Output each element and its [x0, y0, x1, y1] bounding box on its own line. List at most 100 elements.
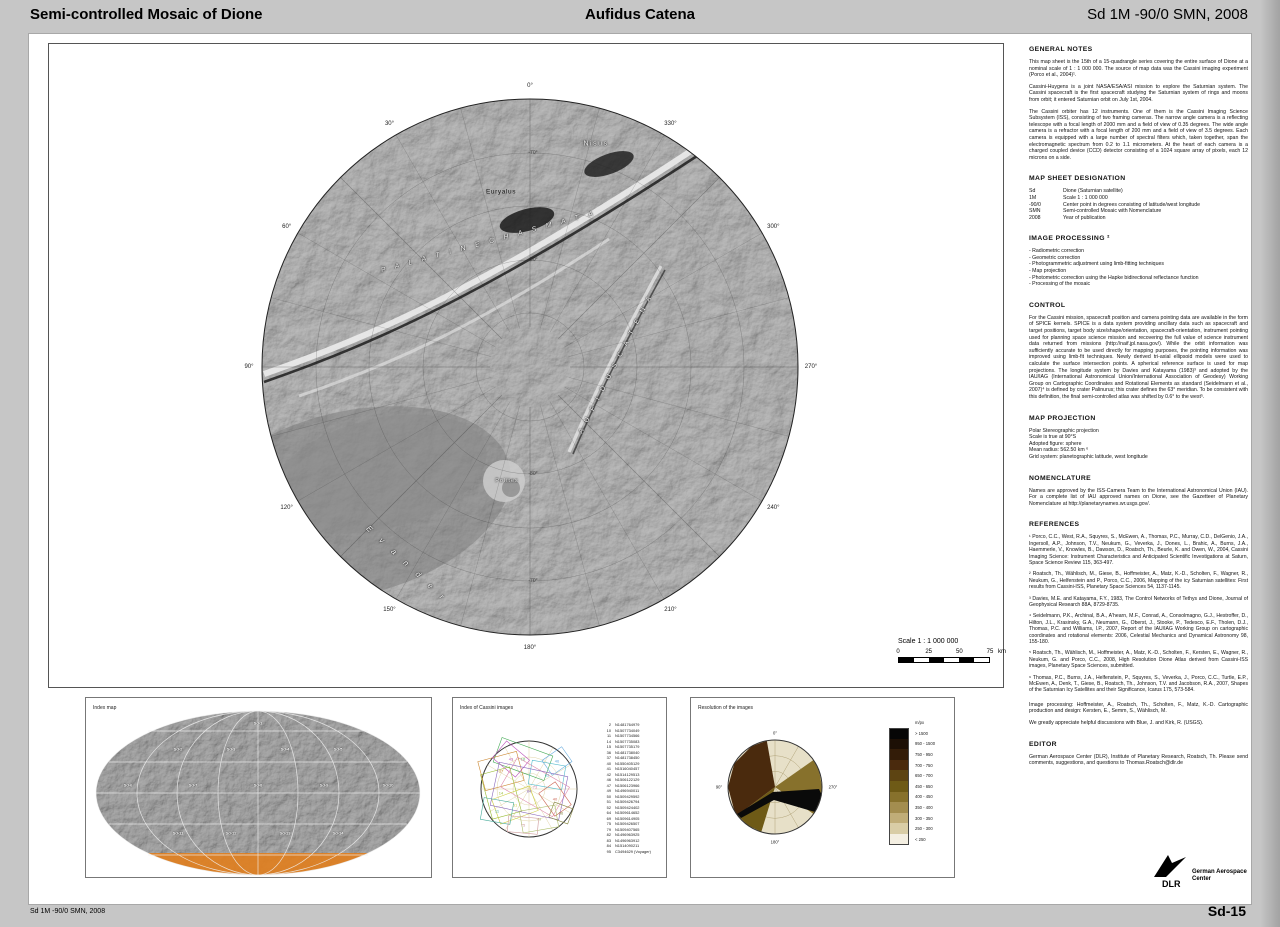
- footprint-number: 43: [509, 757, 514, 762]
- quad-label: Sd-14: [332, 830, 344, 836]
- sheet-designation-code: Sd 1M -90/0 SMN, 2008: [1087, 6, 1248, 23]
- designation-code: SMN: [1029, 208, 1041, 215]
- processing-item: - Map projection: [1029, 268, 1067, 275]
- designation-desc: Dione (Saturnian satellite): [1063, 188, 1123, 195]
- projection-lines: Polar Stereographic projection Scale is t…: [1029, 428, 1248, 461]
- designation-code: 1M: [1029, 194, 1037, 201]
- references-heading: REFERENCES: [1029, 521, 1080, 529]
- processing-item: - Radiometric correction: [1029, 248, 1085, 255]
- reference-item: ³ Davies, M.E. and Katayama, F.Y., 1983,…: [1029, 595, 1248, 608]
- editor-heading: EDITOR: [1029, 740, 1057, 748]
- legend-swatch: [889, 728, 909, 739]
- lat-label: -80°: [528, 471, 538, 477]
- legend-row: 700 - 750: [889, 759, 935, 771]
- scale-segment: [959, 658, 974, 662]
- designation-row: Sd Dione (Saturnian satellite): [1029, 188, 1248, 195]
- legend-row: 350 - 400: [889, 802, 935, 813]
- legend-swatch: [889, 812, 909, 824]
- footprint-number: 40: [553, 797, 558, 802]
- rim-label: 240°: [767, 504, 780, 511]
- image-processing-heading: IMAGE PROCESSING ²: [1029, 235, 1110, 243]
- legend-label: 400 - 450: [915, 794, 933, 800]
- index-map-title: Index map: [93, 705, 117, 711]
- footprint-number: 75: [521, 823, 526, 828]
- quad-label: Sd-2: [173, 746, 183, 752]
- marginal-notes-column: GENERAL NOTES This map sheet is the 15th…: [1029, 46, 1248, 781]
- scale-segment: [929, 658, 944, 662]
- footprint-number: 36: [559, 811, 564, 816]
- legend-row: 450 - 650: [889, 780, 935, 792]
- designation-row: 2008 Year of publication: [1029, 215, 1248, 222]
- processing-item: - Processing of the mosaic: [1029, 281, 1091, 288]
- designation-desc: Center point in degrees consisting of la…: [1063, 201, 1200, 208]
- quad-label: Sd-7: [188, 782, 198, 788]
- legend-swatch: [889, 759, 909, 771]
- scale-tick: 0: [896, 649, 900, 655]
- label-euryalus: Euryalus: [485, 188, 517, 196]
- reference-list: ¹ Porco, C.C., West, R.A., Squyres, S., …: [1029, 534, 1248, 694]
- designation-heading: MAP SHEET DESIGNATION: [1029, 175, 1126, 183]
- legend-label: 700 - 750: [915, 762, 933, 768]
- section-references: REFERENCES ¹ Porco, C.C., West, R.A., Sq…: [1029, 521, 1248, 726]
- section-image-processing: IMAGE PROCESSING ² - Radiometric correct…: [1029, 235, 1248, 288]
- quad-label: Sd-5: [333, 746, 343, 752]
- scale-segment: [899, 658, 914, 662]
- designation-code: -90/0: [1029, 201, 1041, 208]
- quad-label: Sd-1: [253, 720, 263, 726]
- cassini-index-panel: Index of Cassini images 10 37 43 63 14 73 51 84…: [452, 697, 667, 878]
- rim-label: 60°: [282, 223, 292, 230]
- reference-item: ² Roatsch, Th., Wählisch, M., Giese, B.,…: [1029, 571, 1248, 591]
- section-editor: EDITOR German Aerospace Center (DLR), In…: [1029, 741, 1248, 767]
- section-control: CONTROL For the Cassini mission, spacecr…: [1029, 302, 1248, 401]
- legend-label: 300 - 350: [915, 815, 933, 821]
- footer-sheet-number: Sd-15: [1207, 903, 1246, 919]
- projection-line: Adopted figure: sphere: [1029, 440, 1082, 447]
- reference-item: ⁴ Seidelmann, P.K., Archinal, B.A., A'he…: [1029, 613, 1248, 645]
- quad-label: Sd-4: [280, 746, 290, 752]
- scale-tick: 25: [925, 649, 932, 655]
- resolution-legend-title: m/px: [915, 720, 925, 725]
- footprint-number: 79: [537, 817, 542, 822]
- legend-row: 650 - 700: [889, 770, 935, 781]
- legend-swatch: [889, 749, 909, 760]
- designation-row: SMN Semi-controlled Mosaic with Nomenclat…: [1029, 208, 1248, 215]
- designation-code: Sd: [1029, 188, 1036, 195]
- section-map-projection: MAP PROJECTION Polar Stereographic proje…: [1029, 415, 1248, 461]
- legend-label: 750 - 950: [915, 751, 933, 757]
- polar-map: [261, 98, 799, 636]
- dlr-logo-block: DLR German Aerospace Center: [1148, 853, 1252, 893]
- rim-label: 300°: [767, 223, 780, 230]
- quad-label: Sd-8: [253, 782, 263, 788]
- designation-rows: Sd Dione (Saturnian satellite) 1M Scale 1 :…: [1029, 188, 1248, 221]
- editor-paragraph: German Aerospace Center (DLR), Institute…: [1029, 753, 1248, 767]
- legend-swatch: [889, 833, 909, 845]
- rim-label: 120°: [280, 504, 293, 511]
- processing-item: - Photogrammetric adjustment using limb-…: [1029, 261, 1164, 268]
- general-notes-p1: This map sheet is the 15th of a 15-quadr…: [1029, 59, 1248, 79]
- designation-row: 1M Scale 1 : 1 000 000: [1029, 195, 1248, 202]
- acknowledgement-paragraph: We greatly appreciate helpful discussion…: [1029, 720, 1204, 727]
- legend-swatch: [889, 823, 909, 834]
- section-nomenclature: NOMENCLATURE Names are approved by the I…: [1029, 475, 1248, 508]
- scale-bar-segments: [898, 657, 990, 663]
- resolution-legend: m/px > 1500 950 - 1500 750 - 950 700 - 750 6…: [889, 720, 935, 845]
- scale-tick: 50: [955, 649, 963, 655]
- legend-row: 750 - 950: [889, 749, 935, 760]
- processing-item: - Geometric correction: [1029, 254, 1081, 261]
- legend-label: 350 - 400: [915, 804, 933, 810]
- quad-label: Sd-12: [225, 830, 237, 836]
- legend-swatch: [889, 770, 909, 781]
- quad-label: Sd-10: [382, 782, 394, 788]
- projection-line: Polar Stereographic projection: [1029, 427, 1099, 434]
- rim-label: 210°: [664, 607, 677, 614]
- section-general-notes: GENERAL NOTES This map sheet is the 15th…: [1029, 46, 1248, 161]
- rim-label: 180°: [523, 645, 537, 651]
- rim-label: 330°: [664, 120, 677, 127]
- resolution-panel: Resolution of the images 0° 90° 270° 180° m…: [690, 697, 955, 878]
- footprint-number: 73: [533, 785, 538, 790]
- rim-label: 0°: [527, 83, 533, 89]
- footer-designation: Sd 1M -90/0 SMN, 2008: [30, 908, 106, 915]
- nomenclature-paragraph: Names are approved by the ISS-Camera Tea…: [1029, 487, 1248, 507]
- dlr-logo-icon: [1154, 855, 1186, 877]
- credits-paragraph: Image processing: Hoffmeister, A., Roats…: [1029, 701, 1248, 715]
